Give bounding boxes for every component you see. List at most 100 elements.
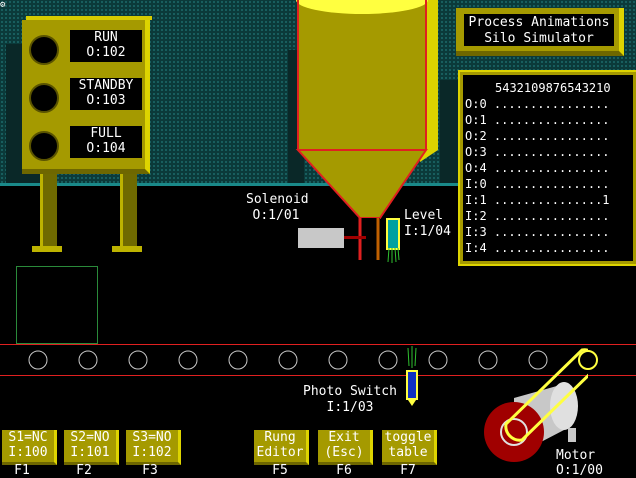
- io-row-bits: ................: [493, 225, 610, 239]
- io-row-name: O:2: [465, 129, 487, 143]
- io-row-name: O:3: [465, 145, 487, 159]
- f2-button[interactable]: S2=NO I:101: [64, 430, 119, 465]
- f6-line1: Exit: [328, 430, 360, 445]
- f7-line1: toggle: [384, 430, 432, 445]
- standby-label: STANDBY: [78, 78, 134, 93]
- exit-button[interactable]: Exit (Esc): [318, 430, 373, 465]
- f7-line2: table: [388, 445, 428, 460]
- io-row: I:2 ................: [465, 209, 610, 223]
- f3-line2: I:102: [132, 445, 172, 460]
- io-table[interactable]: 5432109876543210 O:0 ................ O:…: [458, 70, 636, 266]
- run-label: RUN: [94, 30, 118, 45]
- full-lamp: [29, 131, 59, 161]
- io-row-bits: ................: [493, 97, 610, 111]
- full-label: FULL: [90, 126, 122, 141]
- conveyor-roller: [378, 350, 398, 370]
- f1-key-label: F1: [14, 463, 30, 478]
- io-row: O:3 ................: [465, 145, 610, 159]
- io-row: I:0 ................: [465, 177, 610, 191]
- f3-key-label: F3: [142, 463, 158, 478]
- f3-button[interactable]: S3=NO I:102: [126, 430, 181, 465]
- rung-editor-button[interactable]: Rung Editor: [254, 430, 309, 465]
- io-row-bits: ................: [493, 241, 610, 255]
- panel-leg-right: [120, 174, 137, 250]
- io-row-bits: ................: [493, 129, 610, 143]
- f5-line2: Editor: [256, 445, 304, 460]
- io-row-name: O:0: [465, 97, 487, 111]
- solenoid-address: O:1/01: [252, 208, 300, 223]
- level-sensor-wires: [387, 248, 400, 263]
- f5-line1: Rung: [264, 430, 296, 445]
- solenoid-label: Solenoid: [246, 192, 309, 207]
- conveyor-roller: [228, 350, 248, 370]
- standby-label-box: STANDBY O:103: [70, 78, 142, 110]
- f2-line2: I:101: [70, 445, 110, 460]
- photo-switch-wires: [407, 346, 417, 368]
- f1-line1: S1=NC: [8, 430, 48, 445]
- io-row-name: O:4: [465, 161, 487, 175]
- f5-key-label: F5: [272, 463, 288, 478]
- solenoid-rod: [344, 236, 366, 239]
- f6-line2: (Esc): [324, 445, 364, 460]
- photo-switch-sensor[interactable]: [406, 370, 418, 400]
- conveyor-roller: [278, 350, 298, 370]
- motor-foot: [568, 428, 576, 442]
- io-row-name: I:3: [465, 225, 487, 239]
- motor-label: Motor: [556, 448, 596, 463]
- panel-foot-left: [32, 246, 62, 252]
- f1-button[interactable]: S1=NC I:100: [2, 430, 57, 465]
- f2-line1: S2=NO: [70, 430, 110, 445]
- title-line1: Process Animations: [468, 15, 610, 30]
- full-address: O:104: [86, 141, 126, 156]
- io-row-bits: ................: [493, 145, 610, 159]
- io-row-bits: ................: [493, 113, 610, 127]
- conveyor-roller: [78, 350, 98, 370]
- f6-key-label: F6: [336, 463, 352, 478]
- io-row: I:1 ...............1: [465, 193, 610, 207]
- conveyor-roller: [178, 350, 198, 370]
- photo-switch-label: Photo Switch: [303, 384, 397, 399]
- standby-lamp: [29, 83, 59, 113]
- silo-body: [298, 0, 426, 150]
- io-row: O:1 ................: [465, 113, 610, 127]
- io-row-name: I:4: [465, 241, 487, 255]
- f1-line2: I:100: [8, 445, 48, 460]
- io-row: O:2 ................: [465, 129, 610, 143]
- motor-address: O:1/00: [556, 463, 603, 478]
- f3-line1: S3=NO: [132, 430, 172, 445]
- photo-switch-address: I:1/03: [326, 400, 374, 415]
- io-row: I:3 ................: [465, 225, 610, 239]
- level-label: Level: [404, 208, 444, 223]
- panel-leg-left: [40, 174, 57, 250]
- standby-address: O:103: [86, 93, 126, 108]
- level-address: I:1/04: [404, 224, 451, 239]
- io-row-bits: ................: [493, 209, 610, 223]
- io-row-bits: ...............1: [493, 193, 610, 207]
- io-row: O:0 ................: [465, 97, 610, 111]
- level-sensor[interactable]: [386, 218, 400, 250]
- run-address: O:102: [86, 45, 126, 60]
- io-row-name: I:2: [465, 209, 487, 223]
- conveyor-roller: [28, 350, 48, 370]
- solenoid-body[interactable]: [298, 228, 344, 248]
- conveyor-roller: [128, 350, 148, 370]
- run-lamp: [29, 35, 59, 65]
- f2-key-label: F2: [76, 463, 92, 478]
- empty-frame: [16, 266, 98, 344]
- io-row: O:4 ................: [465, 161, 610, 175]
- io-row-name: I:0: [465, 177, 487, 191]
- gear-icon[interactable]: ⚙: [0, 0, 8, 10]
- io-table-header: 5432109876543210: [495, 81, 611, 95]
- io-row-name: I:1: [465, 193, 487, 207]
- title-line2: Silo Simulator: [484, 31, 594, 46]
- conveyor-roller: [328, 350, 348, 370]
- toggle-table-button[interactable]: toggle table: [382, 430, 437, 465]
- conveyor-top-rail: [0, 344, 636, 345]
- f7-key-label: F7: [400, 463, 416, 478]
- motor-front-face: [484, 402, 544, 462]
- full-label-box: FULL O:104: [70, 126, 142, 158]
- conveyor-roller: [428, 350, 448, 370]
- io-row-bits: ................: [493, 177, 610, 191]
- io-row-bits: ................: [493, 161, 610, 175]
- run-label-box: RUN O:102: [70, 30, 142, 62]
